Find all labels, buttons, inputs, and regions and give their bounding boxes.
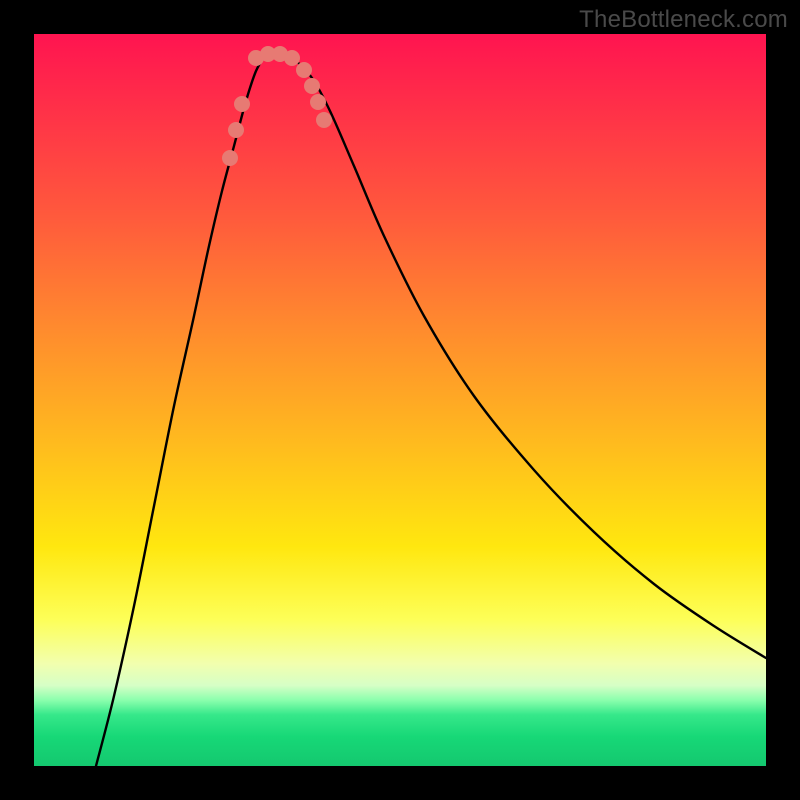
optimal-point-marker [222,150,238,166]
series-left-branch [96,54,266,766]
optimal-point-marker [310,94,326,110]
optimal-point-marker [284,50,300,66]
watermark-text: TheBottleneck.com [579,6,788,34]
chart-frame: TheBottleneck.com [0,0,800,800]
right-branch-path [266,53,766,658]
left-branch-path [96,54,266,766]
optimal-point-marker [234,96,250,112]
optimal-point-marker [228,122,244,138]
series-right-branch [266,53,766,658]
optimal-point-marker [304,78,320,94]
optimal-point-marker [296,62,312,78]
optimal-markers [222,46,332,166]
curve-layer [34,34,766,766]
optimal-point-marker [316,112,332,128]
gradient-plot-area [34,34,766,766]
